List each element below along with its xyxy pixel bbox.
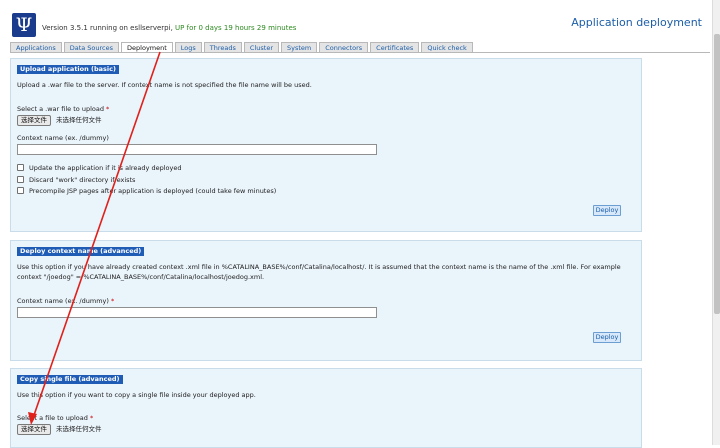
required-mark: * [106, 105, 110, 113]
scrollbar-thumb[interactable] [714, 34, 720, 314]
copy-file-label: Select a file to upload * [17, 414, 93, 422]
copy-file-status: 未选择任何文件 [56, 425, 102, 433]
copy-file-choose-button[interactable]: 选择文件 [17, 424, 51, 435]
update-app-checkbox[interactable] [17, 164, 24, 171]
copy-file-title: Copy single file (advanced) [17, 375, 123, 384]
update-app-label: Update the application if it is already … [29, 163, 182, 172]
option-precompile-jsp: Precompile JSP pages after application i… [17, 186, 276, 195]
deploy-context-panel: Deploy context name (advanced) Use this … [10, 240, 642, 361]
deploy-context-name-label-text: Context name (ex. /dummy) [17, 297, 109, 305]
psi-probe-logo: Ψ [12, 13, 36, 37]
deploy-context-name-input[interactable] [17, 307, 377, 318]
war-file-status: 未选择任何文件 [56, 116, 102, 124]
deploy-context-name-label: Context name (ex. /dummy) * [17, 297, 114, 305]
deploy-context-description: Use this option if you have already crea… [17, 263, 621, 281]
version-text: Version 3.5.1 running on esllserverpi, [42, 24, 173, 32]
upload-basic-description: Upload a .war file to the server. If con… [17, 81, 312, 89]
war-file-label-text: Select a .war file to upload [17, 105, 104, 113]
upload-basic-title: Upload application (basic) [17, 65, 119, 74]
context-name-input[interactable] [17, 144, 377, 155]
context-name-label: Context name (ex. /dummy) [17, 134, 109, 142]
required-mark: * [111, 297, 115, 305]
option-discard-work: Discard "work" directory if exists [17, 175, 135, 184]
upload-basic-panel: Upload application (basic) Upload a .war… [10, 58, 642, 232]
war-file-choose-button[interactable]: 选择文件 [17, 115, 51, 126]
deploy-context-button[interactable]: Deploy [593, 332, 621, 343]
precompile-jsp-label: Precompile JSP pages after application i… [29, 186, 277, 195]
version-info: Version 3.5.1 running on esllserverpi, U… [42, 24, 296, 32]
uptime-text: UP for 0 days 19 hours 29 minutes [175, 24, 297, 32]
page-scrollbar[interactable] [712, 0, 720, 445]
copy-file-label-text: Select a file to upload [17, 414, 88, 422]
war-file-label: Select a .war file to upload * [17, 105, 109, 113]
copy-file-description: Use this option if you want to copy a si… [17, 391, 256, 399]
discard-work-checkbox[interactable] [17, 176, 24, 183]
option-update-app: Update the application if it is already … [17, 163, 181, 172]
required-mark: * [89, 414, 94, 422]
deploy-context-title: Deploy context name (advanced) [17, 247, 145, 256]
page-title: Application deployment [571, 16, 702, 29]
tabs-divider [10, 52, 710, 53]
discard-work-label: Discard "work" directory if exists [29, 175, 136, 184]
deploy-war-button[interactable]: Deploy [593, 205, 621, 216]
precompile-jsp-checkbox[interactable] [17, 187, 24, 194]
copy-file-panel: Copy single file (advanced) Use this opt… [10, 368, 642, 448]
